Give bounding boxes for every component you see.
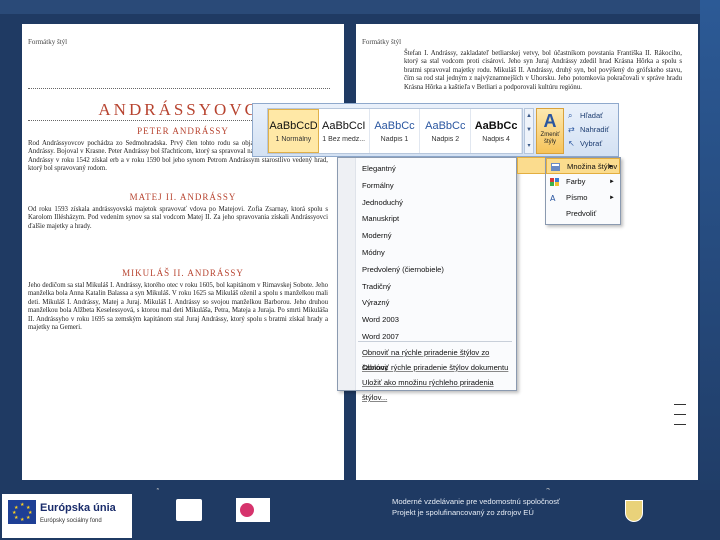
menu-item-style-set[interactable]: Jednoduchý xyxy=(358,195,514,212)
style-set-submenu-item[interactable]: Množina štýlov ► xyxy=(546,158,620,174)
style-no-spacing[interactable]: AaBbCcI 1 Bez medz... xyxy=(319,109,370,153)
submenu-connector xyxy=(517,157,545,174)
eu-logo: ★ ★ ★ ★ ★ ★ ★ ★ Európska únia Európsky sociál… xyxy=(2,494,132,538)
style-set-list: Elegantný Formálny Jednoduchý Manuskript… xyxy=(358,161,514,346)
eu-flag-icon: ★ ★ ★ ★ ★ ★ ★ ★ xyxy=(8,500,36,524)
submenu-label: Písmo xyxy=(566,193,588,202)
style-sample: AaBbCcDc xyxy=(269,119,318,132)
style-name: 1 Bez medz... xyxy=(322,135,366,143)
select-arrow-icon: ↖ xyxy=(568,138,575,148)
gallery-scroll-buttons[interactable]: ▲ ▼ ▾ xyxy=(524,108,534,154)
menu-item-style-set[interactable]: Módny xyxy=(358,245,514,262)
reset-to-template-button[interactable]: Obnoviť na rýchle priradenie štýlov zo š… xyxy=(358,345,514,372)
page-header: Formátky štýl xyxy=(362,38,402,46)
style-name: Nadpis 4 xyxy=(482,135,510,143)
right-decor-strip xyxy=(700,0,720,540)
change-styles-icon: A xyxy=(543,111,557,131)
style-sample: AaBbCc xyxy=(374,119,415,132)
change-styles-button[interactable]: A Zmeniť štýly xyxy=(536,108,564,154)
crest-logo xyxy=(625,500,643,522)
fonts-submenu-item[interactable]: A Písmo ► xyxy=(546,190,620,206)
document-page-left: Formátky štýl ANDRÁSSYOVCI PETER ANDRÁSS… xyxy=(22,24,344,480)
change-styles-menu: Množina štýlov ► Farby ► A Písmo ► Predv… xyxy=(545,157,621,225)
style-heading-1[interactable]: AaBbCc Nadpis 1 xyxy=(370,109,421,153)
menu-item-style-set[interactable]: Word 2003 xyxy=(358,312,514,329)
save-style-set-button[interactable]: Uložiť ako množinu rýchleho priradenia š… xyxy=(358,375,514,402)
style-heading-4[interactable]: AaBbCc Nadpis 4 xyxy=(471,109,522,153)
style-set-actions: Obnoviť na rýchle priradenie štýlov zo š… xyxy=(358,345,514,402)
menu-item-style-set[interactable]: Manuskript xyxy=(358,211,514,228)
menu-item-style-set[interactable]: Moderný xyxy=(358,228,514,245)
select-label: Vybrať xyxy=(580,138,603,148)
style-sample: AaBbCcI xyxy=(321,119,366,132)
menu-item-style-set[interactable]: Elegantný xyxy=(358,161,514,178)
style-set-menu: Elegantný Formálny Jednoduchý Manuskript… xyxy=(337,157,517,402)
partner-logo xyxy=(236,498,270,522)
section-heading: MIKULÁŠ II. ANDRÁSSY xyxy=(122,268,244,278)
menu-item-style-set[interactable]: Tradičný xyxy=(358,279,514,296)
chevron-right-icon: ► xyxy=(608,164,614,170)
project-caption: Moderné vzdelávanie pre vedomostnú spolo… xyxy=(392,496,560,518)
dotted-rule xyxy=(28,88,330,89)
editing-group: ⌕ Hľadať ⇄ Nahradiť ↖ Vybrať xyxy=(568,108,618,150)
style-set-icon xyxy=(551,163,560,171)
table-edge-lines xyxy=(674,404,686,434)
find-label: Hľadať xyxy=(580,110,603,120)
style-name: 1 Normálny xyxy=(275,135,312,143)
scroll-up-icon[interactable]: ▲ xyxy=(526,113,532,119)
footer-bar: ★ ★ ★ ★ ★ ★ ★ ★ Európska únia Európsky sociál… xyxy=(0,490,720,540)
colors-submenu-item[interactable]: Farby ► xyxy=(546,174,620,190)
caption-line: Moderné vzdelávanie pre vedomostnú spolo… xyxy=(392,497,560,506)
chevron-right-icon: ► xyxy=(609,195,615,201)
binoculars-icon: ⌕ xyxy=(568,110,573,120)
section-heading: MATEJ II. ANDRÁSSY xyxy=(129,192,237,202)
eu-subtitle: Európsky sociálny fond xyxy=(40,518,102,524)
style-heading-2[interactable]: AaBbCc Nadpis 2 xyxy=(420,109,472,153)
menu-item-style-set[interactable]: Word 2007 xyxy=(358,329,514,346)
colors-icon xyxy=(550,178,559,186)
menu-item-style-set[interactable]: Predvolený (čiernobiele) xyxy=(358,262,514,279)
style-sample: AaBbCc xyxy=(474,119,518,132)
page-header: Formátky štýl xyxy=(28,38,68,46)
style-normal[interactable]: AaBbCcDc 1 Normálny xyxy=(268,109,319,153)
submenu-label: Farby xyxy=(566,177,586,186)
style-sample: AaBbCc xyxy=(425,119,466,132)
scroll-down-icon[interactable]: ▼ xyxy=(526,127,532,133)
replace-label: Nahradiť xyxy=(580,124,610,134)
set-default-submenu-item[interactable]: Predvoliť xyxy=(546,206,620,222)
menu-separator xyxy=(358,341,512,342)
more-icon[interactable]: ▾ xyxy=(527,142,530,149)
find-button[interactable]: ⌕ Hľadať xyxy=(568,108,618,122)
svg-text:A: A xyxy=(550,194,556,202)
ribbon-styles-group: AaBbCcDc 1 Normálny AaBbCcI 1 Bez medz..… xyxy=(252,103,619,157)
section-paragraph: Od roku 1593 získala andrássyovská majet… xyxy=(28,206,328,230)
section-paragraph: Jeho dedičom sa stal Mikuláš I. Andrássy… xyxy=(28,282,328,332)
menu-resize-grip[interactable]: ... xyxy=(418,382,424,389)
eu-title: Európska únia xyxy=(40,502,116,514)
quick-styles-gallery: AaBbCcDc 1 Normálny AaBbCcI 1 Bez medz..… xyxy=(267,108,523,154)
chevron-right-icon: ► xyxy=(609,179,615,185)
menu-item-style-set[interactable]: Formálny xyxy=(358,178,514,195)
reset-document-styles-button[interactable]: Obnoviť rýchle priradenie štýlov dokumen… xyxy=(358,360,514,375)
partner-logo xyxy=(176,499,202,521)
page-paragraph: Štefan I. Andrássy, zakladateľ betliarsk… xyxy=(404,50,682,91)
style-name: Nadpis 1 xyxy=(380,135,409,143)
select-button[interactable]: ↖ Vybrať xyxy=(568,136,618,150)
replace-icon: ⇄ xyxy=(568,124,575,134)
submenu-label: Predvoliť xyxy=(566,209,597,218)
replace-button[interactable]: ⇄ Nahradiť xyxy=(568,122,618,136)
style-name: Nadpis 2 xyxy=(431,135,460,143)
top-band xyxy=(0,0,720,14)
change-styles-label: Zmeniť štýly xyxy=(540,132,560,145)
caption-line: Projekt je spolufinancovaný zo zdrojov E… xyxy=(392,508,534,517)
fonts-icon: A xyxy=(550,194,556,202)
menu-item-style-set[interactable]: Výrazný xyxy=(358,295,514,312)
menu-gutter xyxy=(338,158,356,390)
